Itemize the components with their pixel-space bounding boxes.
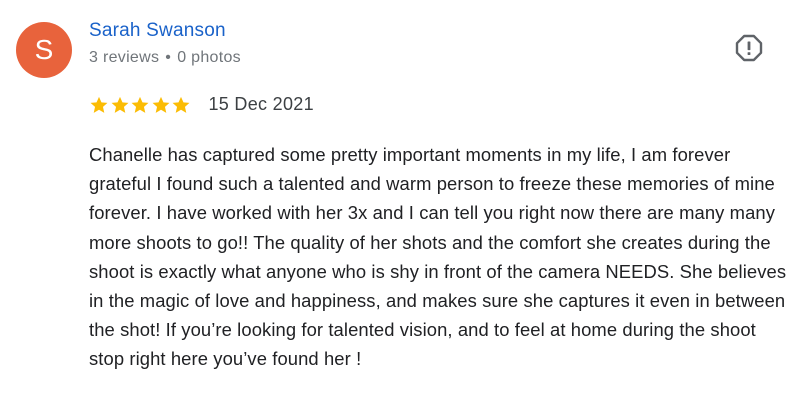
- star-icon: [131, 96, 149, 113]
- meta-separator: •: [165, 49, 172, 66]
- review-text: Chanelle has captured some pretty import…: [89, 144, 787, 370]
- photo-count: 0 photos: [177, 49, 241, 66]
- star-rating: [89, 95, 192, 115]
- star-icon: [172, 96, 190, 113]
- rating-row: 15 Dec 2021: [89, 94, 314, 115]
- star-icon: [111, 96, 128, 113]
- review-card: S Sarah Swanson 3 reviews • 0 photos 15 …: [0, 0, 800, 418]
- author-name-link[interactable]: Sarah Swanson: [89, 20, 226, 42]
- avatar-initial: S: [34, 34, 54, 65]
- avatar[interactable]: S: [16, 22, 72, 78]
- author-meta: 3 reviews • 0 photos: [89, 49, 241, 67]
- star-icon: [90, 96, 108, 113]
- review-date: 15 Dec 2021: [208, 94, 314, 114]
- report-icon: [735, 34, 763, 62]
- report-button[interactable]: [734, 33, 764, 63]
- star-icon: [152, 96, 169, 113]
- review-count: 3 reviews: [89, 49, 160, 66]
